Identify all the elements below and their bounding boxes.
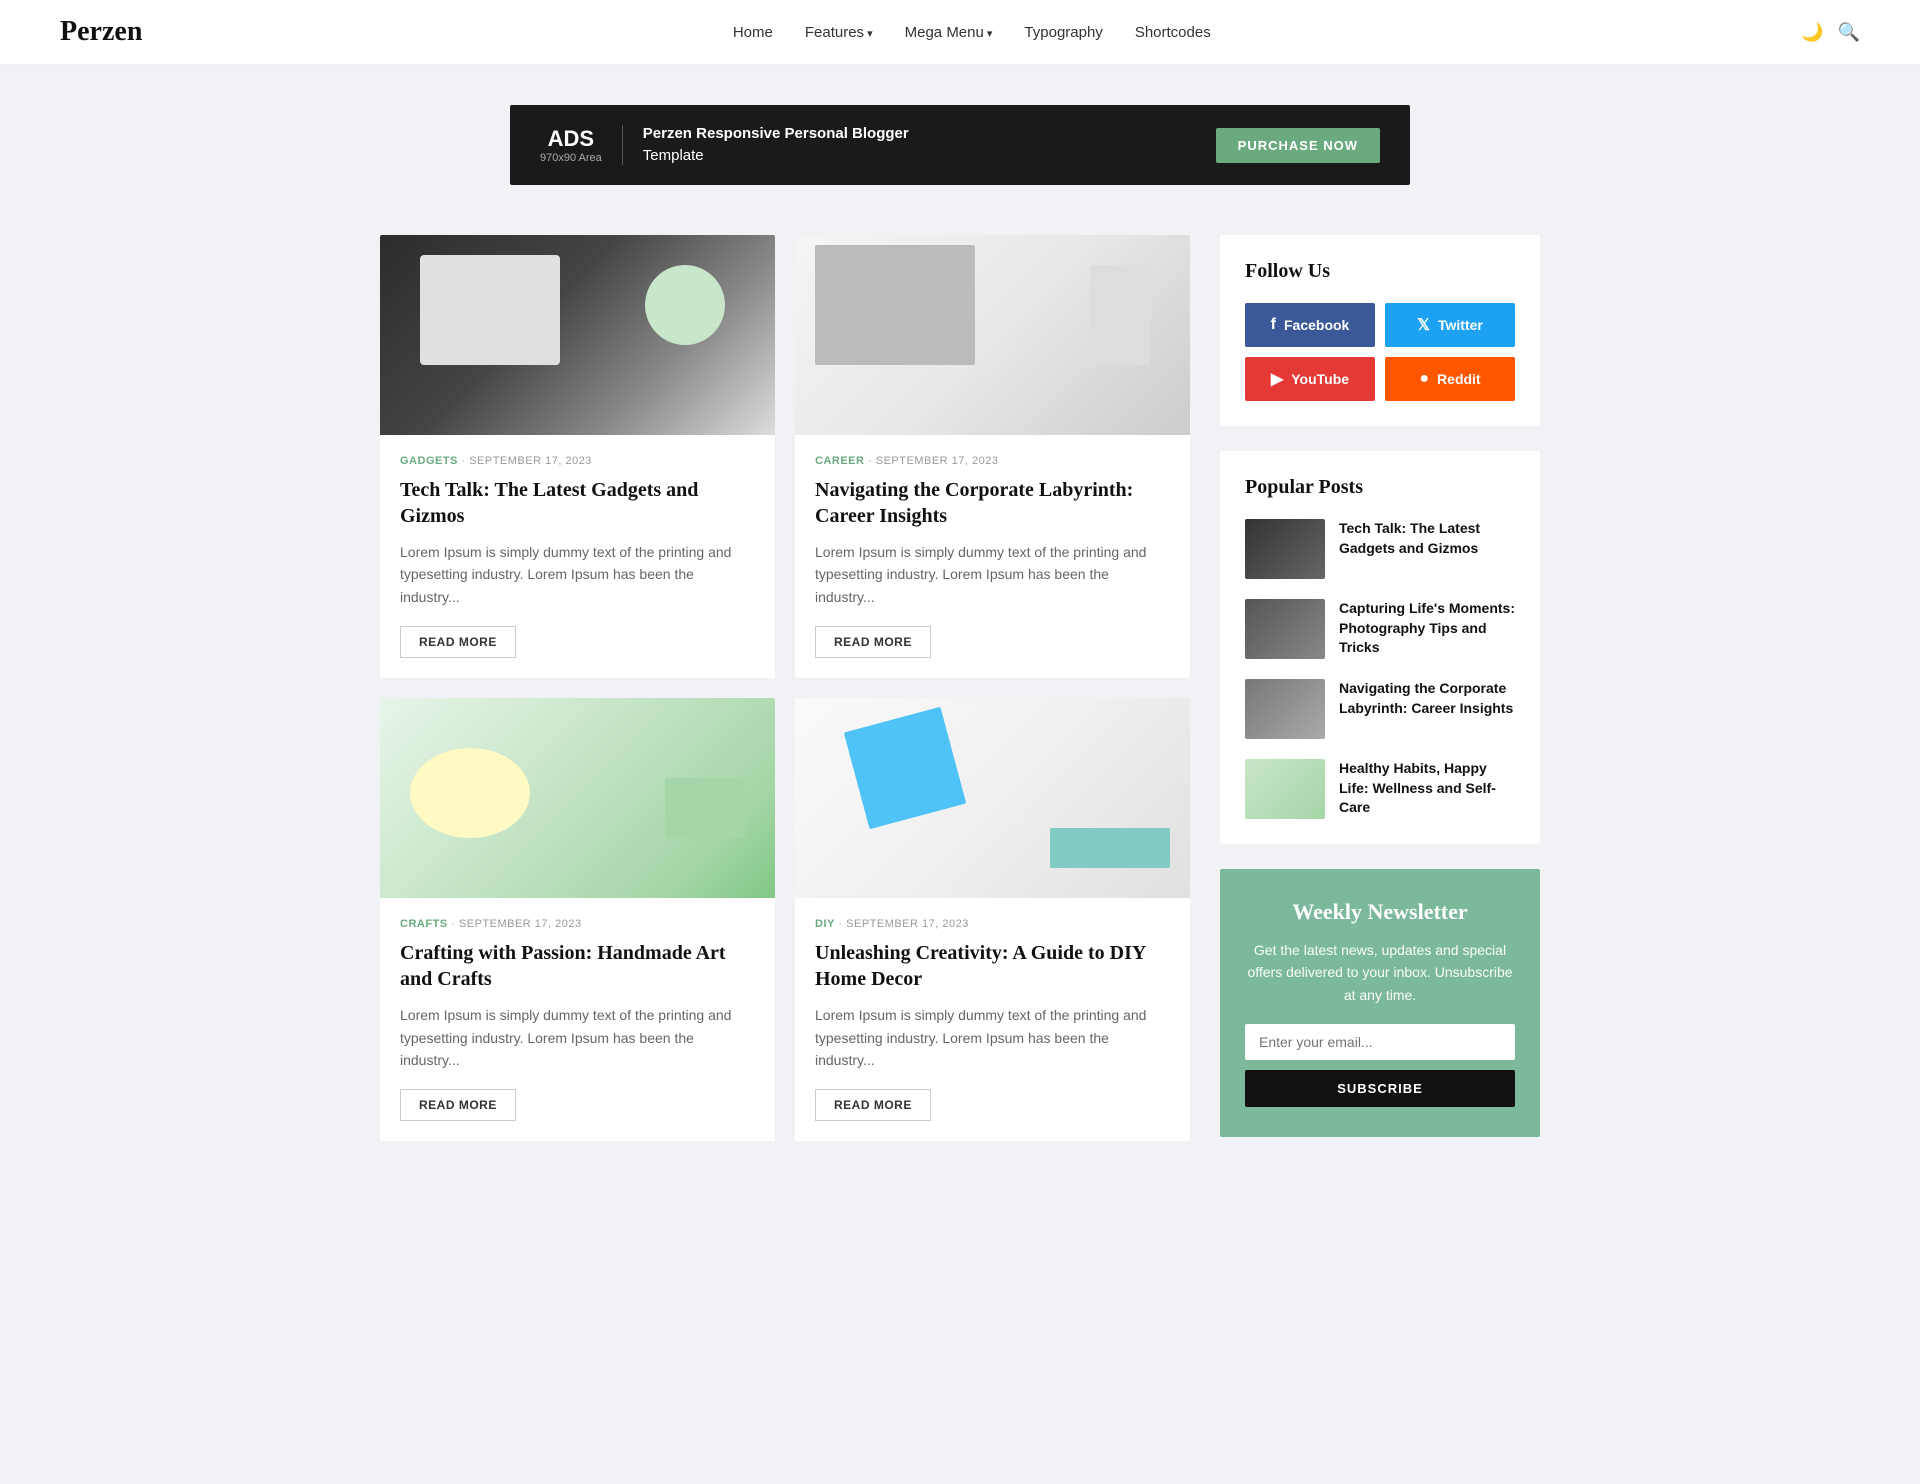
popular-post-title[interactable]: Navigating the Corporate Labyrinth: Care… — [1339, 679, 1515, 718]
article-title: Navigating the Corporate Labyrinth: Care… — [815, 477, 1170, 529]
popular-post-image — [1245, 599, 1325, 659]
facebook-icon: f — [1271, 316, 1276, 334]
article-body: GADGETS · SEPTEMBER 17, 2023 Tech Talk: … — [380, 435, 775, 678]
article-body: CRAFTS · SEPTEMBER 17, 2023 Crafting wit… — [380, 898, 775, 1141]
read-more-button[interactable]: READ MORE — [400, 1089, 516, 1121]
ad-banner: ADS 970x90 Area Perzen Responsive Person… — [510, 105, 1410, 185]
twitter-button[interactable]: 𝕏 Twitter — [1385, 303, 1515, 347]
popular-post-title[interactable]: Capturing Life's Moments: Photography Ti… — [1339, 599, 1515, 658]
social-grid: f Facebook 𝕏 Twitter ▶ YouTube ● Reddit — [1245, 303, 1515, 401]
newsletter-title: Weekly Newsletter — [1245, 899, 1515, 925]
article-image-gadgets — [380, 235, 775, 435]
popular-post-title[interactable]: Tech Talk: The Latest Gadgets and Gizmos — [1339, 519, 1515, 558]
follow-us-title: Follow Us — [1245, 260, 1515, 283]
newsletter-subscribe-button[interactable]: SUBSCRIBE — [1245, 1070, 1515, 1107]
nav-features[interactable]: Features — [805, 24, 873, 41]
banner-divider — [622, 125, 623, 165]
article-body: DIY · SEPTEMBER 17, 2023 Unleashing Crea… — [795, 898, 1190, 1141]
logo[interactable]: Perzen — [60, 16, 142, 48]
newsletter-email-input[interactable] — [1245, 1024, 1515, 1060]
article-image-career — [795, 235, 1190, 435]
article-card: CAREER · SEPTEMBER 17, 2023 Navigating t… — [795, 235, 1190, 678]
article-excerpt: Lorem Ipsum is simply dummy text of the … — [400, 1004, 755, 1071]
article-excerpt: Lorem Ipsum is simply dummy text of the … — [815, 541, 1170, 608]
newsletter-section: Weekly Newsletter Get the latest news, u… — [1220, 869, 1540, 1137]
banner-ads-label: ADS 970x90 Area — [540, 126, 602, 164]
popular-posts-section: Popular Posts Tech Talk: The Latest Gadg… — [1220, 451, 1540, 844]
article-meta: CAREER · SEPTEMBER 17, 2023 — [815, 455, 1170, 467]
sidebar: Follow Us f Facebook 𝕏 Twitter ▶ YouTube… — [1220, 235, 1540, 1141]
newsletter-description: Get the latest news, updates and special… — [1245, 939, 1515, 1006]
article-excerpt: Lorem Ipsum is simply dummy text of the … — [815, 1004, 1170, 1071]
nav-mega-menu[interactable]: Mega Menu — [905, 24, 993, 41]
read-more-button[interactable]: READ MORE — [815, 1089, 931, 1121]
content-area: GADGETS · SEPTEMBER 17, 2023 Tech Talk: … — [380, 235, 1190, 1141]
nav-icons: 🌙 🔍 — [1801, 22, 1860, 43]
twitter-icon: 𝕏 — [1417, 315, 1430, 335]
read-more-button[interactable]: READ MORE — [400, 626, 516, 658]
article-meta: CRAFTS · SEPTEMBER 17, 2023 — [400, 918, 755, 930]
article-excerpt: Lorem Ipsum is simply dummy text of the … — [400, 541, 755, 608]
popular-post-title[interactable]: Healthy Habits, Happy Life: Wellness and… — [1339, 759, 1515, 818]
site-header: Perzen Home Features Mega Menu Typograph… — [0, 0, 1920, 65]
article-image-diy — [795, 698, 1190, 898]
search-button[interactable]: 🔍 — [1838, 22, 1860, 43]
dark-mode-toggle[interactable]: 🌙 — [1801, 22, 1823, 43]
article-title: Unleashing Creativity: A Guide to DIY Ho… — [815, 940, 1170, 992]
article-title: Crafting with Passion: Handmade Art and … — [400, 940, 755, 992]
nav-home[interactable]: Home — [733, 24, 773, 41]
popular-post-image — [1245, 519, 1325, 579]
read-more-button[interactable]: READ MORE — [815, 626, 931, 658]
article-body: CAREER · SEPTEMBER 17, 2023 Navigating t… — [795, 435, 1190, 678]
article-card: DIY · SEPTEMBER 17, 2023 Unleashing Crea… — [795, 698, 1190, 1141]
facebook-button[interactable]: f Facebook — [1245, 303, 1375, 347]
nav-shortcodes[interactable]: Shortcodes — [1135, 24, 1211, 41]
banner-left: ADS 970x90 Area Perzen Responsive Person… — [540, 123, 909, 168]
reddit-icon: ● — [1419, 370, 1429, 388]
articles-grid: GADGETS · SEPTEMBER 17, 2023 Tech Talk: … — [380, 235, 1190, 1141]
article-title: Tech Talk: The Latest Gadgets and Gizmos — [400, 477, 755, 529]
popular-post-image — [1245, 759, 1325, 819]
popular-posts-title: Popular Posts — [1245, 476, 1515, 499]
popular-post-item: Capturing Life's Moments: Photography Ti… — [1245, 599, 1515, 659]
popular-post-item: Healthy Habits, Happy Life: Wellness and… — [1245, 759, 1515, 819]
follow-us-section: Follow Us f Facebook 𝕏 Twitter ▶ YouTube… — [1220, 235, 1540, 426]
reddit-button[interactable]: ● Reddit — [1385, 357, 1515, 401]
main-nav: Home Features Mega Menu Typography Short… — [733, 24, 1211, 41]
banner-description: Perzen Responsive Personal Blogger Templ… — [643, 123, 909, 168]
youtube-icon: ▶ — [1271, 369, 1283, 389]
youtube-button[interactable]: ▶ YouTube — [1245, 357, 1375, 401]
article-image-crafts — [380, 698, 775, 898]
popular-post-image — [1245, 679, 1325, 739]
purchase-now-button[interactable]: PURCHASE NOW — [1216, 128, 1380, 163]
article-meta: DIY · SEPTEMBER 17, 2023 — [815, 918, 1170, 930]
article-meta: GADGETS · SEPTEMBER 17, 2023 — [400, 455, 755, 467]
article-card: GADGETS · SEPTEMBER 17, 2023 Tech Talk: … — [380, 235, 775, 678]
nav-typography[interactable]: Typography — [1024, 24, 1102, 41]
popular-post-item: Navigating the Corporate Labyrinth: Care… — [1245, 679, 1515, 739]
article-card: CRAFTS · SEPTEMBER 17, 2023 Crafting wit… — [380, 698, 775, 1141]
popular-post-item: Tech Talk: The Latest Gadgets and Gizmos — [1245, 519, 1515, 579]
